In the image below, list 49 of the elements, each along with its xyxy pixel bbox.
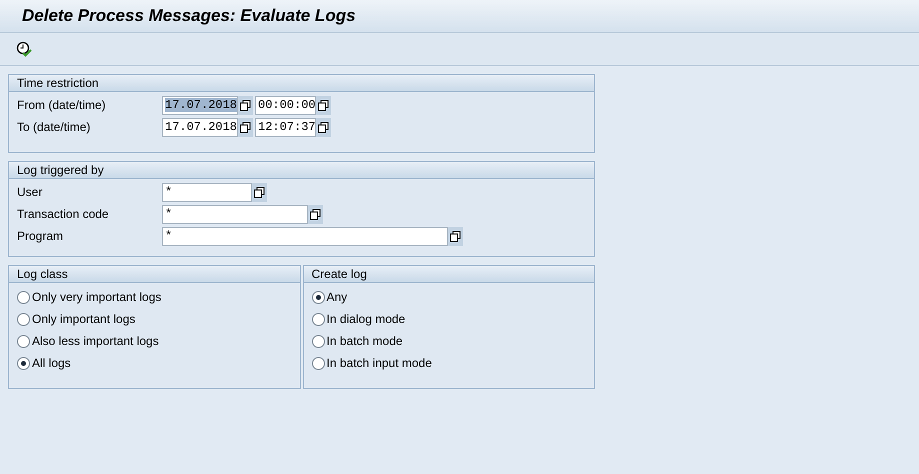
input-field[interactable]: *	[162, 226, 448, 246]
radio-label: In batch input mode	[326, 356, 432, 370]
copy-icon	[318, 122, 329, 132]
field-label: To (date/time)	[17, 120, 92, 134]
window-title: Delete Process Messages: Evaluate Logs	[22, 6, 356, 26]
radio-label: All logs	[32, 356, 71, 370]
copy-icon	[240, 122, 251, 132]
multiple-selection-button[interactable]	[308, 204, 323, 224]
execute-button[interactable]	[14, 39, 34, 59]
radio-button[interactable]	[312, 334, 324, 348]
time-field[interactable]: 00:00:00	[255, 96, 316, 114]
input-field[interactable]: *	[162, 182, 252, 202]
radio-label: In dialog mode	[326, 312, 406, 326]
radio-button[interactable]	[312, 356, 324, 370]
radio-button[interactable]	[17, 290, 30, 304]
multiple-selection-button[interactable]	[252, 182, 267, 202]
radio-label: In batch mode	[326, 334, 403, 348]
radio-button[interactable]	[17, 312, 30, 326]
field-label: From (date/time)	[17, 98, 107, 112]
clock-check-icon	[16, 41, 32, 57]
radio-button[interactable]	[17, 334, 30, 348]
input-field[interactable]: *	[162, 204, 308, 224]
field-label: Program	[17, 229, 64, 243]
group-title: Log triggered by	[9, 162, 594, 179]
field-label: User	[17, 185, 44, 199]
copy-icon	[254, 186, 265, 198]
copy-icon	[450, 230, 461, 242]
copy-icon	[240, 100, 251, 110]
copy-icon	[318, 100, 329, 110]
multiple-selection-button[interactable]	[316, 118, 331, 136]
radio-button[interactable]	[312, 290, 324, 304]
multiple-selection-button[interactable]	[238, 118, 253, 136]
radio-button[interactable]	[17, 356, 30, 370]
radio-button[interactable]	[312, 312, 324, 326]
radio-label: Only important logs	[32, 312, 136, 326]
group-title: Log class	[9, 266, 300, 283]
time-field[interactable]: 12:07:37	[255, 118, 316, 136]
date-field[interactable]: 17.07.2018	[162, 118, 238, 136]
radio-label: Any	[326, 290, 348, 304]
radio-label: Only very important logs	[32, 290, 162, 304]
field-label: Transaction code	[17, 207, 110, 221]
multiple-selection-button[interactable]	[316, 96, 331, 114]
multiple-selection-button[interactable]	[238, 96, 253, 114]
copy-icon	[310, 208, 321, 220]
group-title: Create log	[304, 266, 594, 283]
date-field[interactable]: 17.07.2018	[162, 96, 238, 114]
multiple-selection-button[interactable]	[448, 226, 463, 246]
radio-label: Also less important logs	[32, 334, 159, 348]
group-title: Time restriction	[9, 75, 594, 92]
